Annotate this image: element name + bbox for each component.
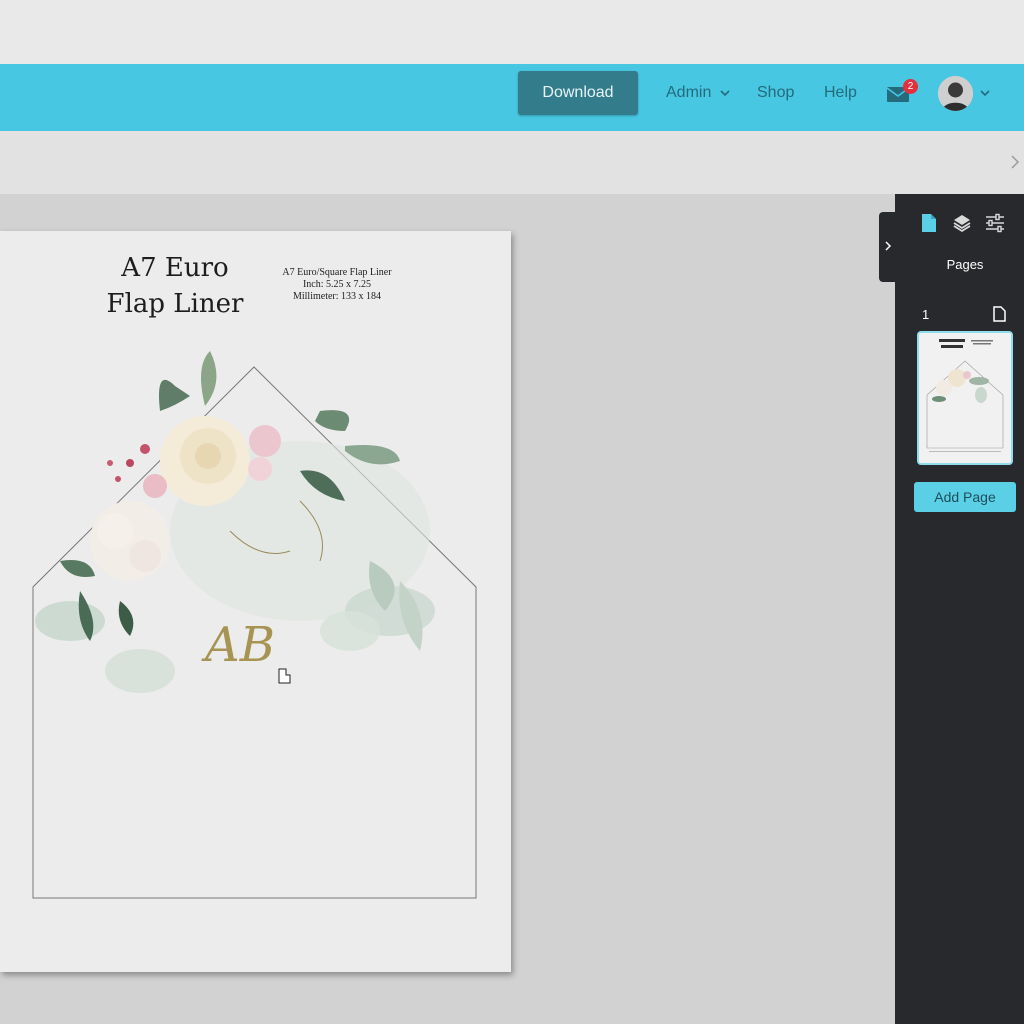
sliders-icon[interactable]	[984, 212, 1006, 234]
nav-admin-link[interactable]: Admin	[666, 84, 711, 102]
layers-icon[interactable]	[951, 212, 973, 234]
chevron-right-icon[interactable]	[1008, 154, 1022, 170]
nav-help-link[interactable]: Help	[824, 84, 857, 102]
design-canvas-page[interactable]: AB A7 Euro Flap Liner A7 Euro/Square Fla…	[0, 231, 511, 972]
document-icon[interactable]	[918, 212, 940, 234]
thumbnail-preview	[919, 333, 1011, 463]
duplicate-page-icon[interactable]	[991, 305, 1007, 323]
top-navbar	[0, 64, 1024, 131]
user-avatar-icon	[938, 76, 973, 111]
page-thumbnail[interactable]	[917, 331, 1013, 465]
add-page-button[interactable]: Add Page	[914, 482, 1016, 512]
pages-section-title: Pages	[946, 257, 984, 272]
chevron-down-icon[interactable]	[978, 86, 992, 100]
toolbar-bar	[0, 131, 1024, 194]
notification-badge: 2	[903, 79, 918, 94]
info-line-1: A7 Euro/Square Flap Liner	[282, 267, 392, 278]
nav-shop-link[interactable]: Shop	[757, 84, 794, 102]
panel-collapse-tab[interactable]	[879, 212, 899, 282]
hand-cursor-icon	[278, 668, 291, 684]
title-line-2: Flap Liner	[106, 289, 244, 319]
browser-top-strip	[0, 0, 1024, 64]
download-button[interactable]: Download	[518, 71, 638, 115]
monogram-text[interactable]: AB	[201, 617, 275, 673]
size-info-text[interactable]: A7 Euro/Square Flap Liner Inch: 5.25 x 7…	[262, 267, 412, 303]
chevron-down-icon[interactable]	[718, 86, 732, 100]
page-title[interactable]: A7 Euro Flap Liner	[90, 250, 260, 322]
title-line-1: A7 Euro	[121, 253, 229, 283]
info-line-2: Inch: 5.25 x 7.25	[302, 279, 372, 290]
chevron-right-icon	[885, 241, 892, 251]
avatar[interactable]	[938, 76, 973, 111]
info-line-3: Millimeter: 133 x 184	[292, 291, 382, 302]
page-number: 1	[922, 307, 930, 322]
floral-flap-liner-artwork[interactable]: AB	[0, 231, 511, 972]
